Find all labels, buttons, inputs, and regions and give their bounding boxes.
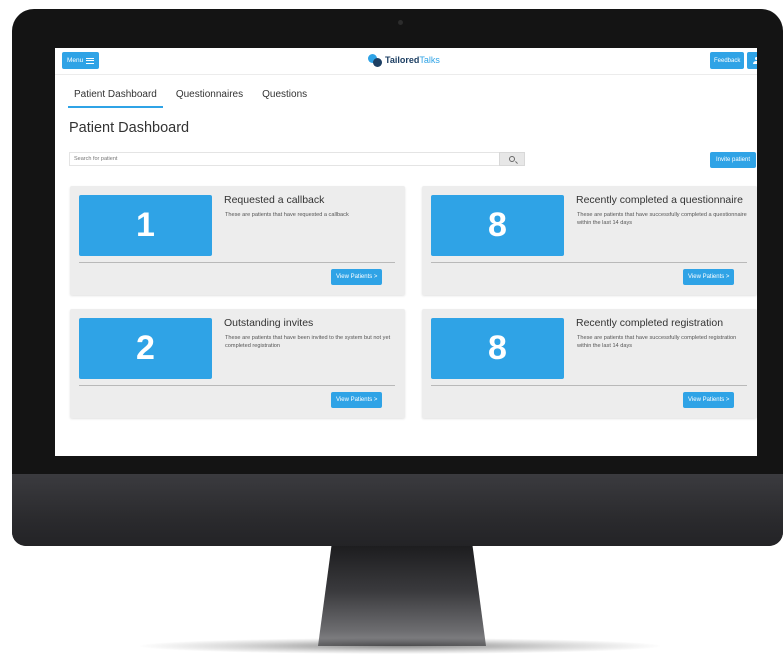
search-icon [509,156,515,162]
view-patients-button[interactable]: View Patients > [331,269,383,285]
feedback-button[interactable]: Feedback [710,52,745,69]
monitor-chin [12,474,783,546]
count-box: 1 [79,195,212,256]
app-logo: TailoredTalks [368,53,440,67]
logo-icon [368,53,382,67]
card-divider [79,262,395,263]
app-screen: Menu TailoredTalks Feedback Patient Dash… [55,48,757,456]
page-title: Patient Dashboard [69,120,190,136]
tab-questionnaires[interactable]: Questionnaires [170,86,249,108]
logo-text: TailoredTalks [385,55,440,65]
invite-patient-button[interactable]: Invite patient [710,152,757,168]
stand-shadow [140,638,660,654]
view-patients-button[interactable]: View Patients > [683,392,735,408]
count-box: 2 [79,318,212,379]
user-account-button[interactable] [747,52,757,69]
card-recently-completed-registration: 8 Recently completed registration These … [422,309,757,418]
card-requested-callback: 1 Requested a callback These are patient… [70,186,405,295]
tab-questions[interactable]: Questions [256,86,313,108]
count-box: 8 [431,318,564,379]
card-divider [431,262,747,263]
user-icon [753,56,757,65]
monitor-frame: Menu TailoredTalks Feedback Patient Dash… [12,9,783,546]
count-box: 8 [431,195,564,256]
card-divider [79,385,395,386]
tab-patient-dashboard[interactable]: Patient Dashboard [68,86,163,108]
top-bar: Menu TailoredTalks Feedback [55,48,757,75]
card-title: Recently completed registration [576,317,724,329]
card-outstanding-invites: 2 Outstanding invites These are patients… [70,309,405,418]
patient-search [69,152,525,166]
card-title: Requested a callback [224,194,325,206]
card-description: These are patients that have been invite… [225,335,391,349]
card-divider [431,385,747,386]
view-patients-button[interactable]: View Patients > [683,269,735,285]
card-description: These are patients that have successfull… [577,212,747,226]
card-description: These are patients that have requested a… [225,212,349,218]
search-button[interactable] [499,152,525,166]
tab-bar: Patient Dashboard Questionnaires Questio… [68,86,320,108]
camera-dot [398,20,403,25]
card-title: Recently completed a questionnaire [576,194,743,206]
card-description: These are patients that have successfull… [577,335,737,349]
hamburger-icon [86,57,95,64]
card-title: Outstanding invites [224,317,314,329]
menu-button[interactable]: Menu [62,52,100,69]
card-recently-completed-questionnaire: 8 Recently completed a questionnaire The… [422,186,757,295]
monitor-stand [318,546,486,646]
search-input[interactable] [69,152,499,166]
menu-label: Menu [67,57,84,64]
view-patients-button[interactable]: View Patients > [331,392,383,408]
